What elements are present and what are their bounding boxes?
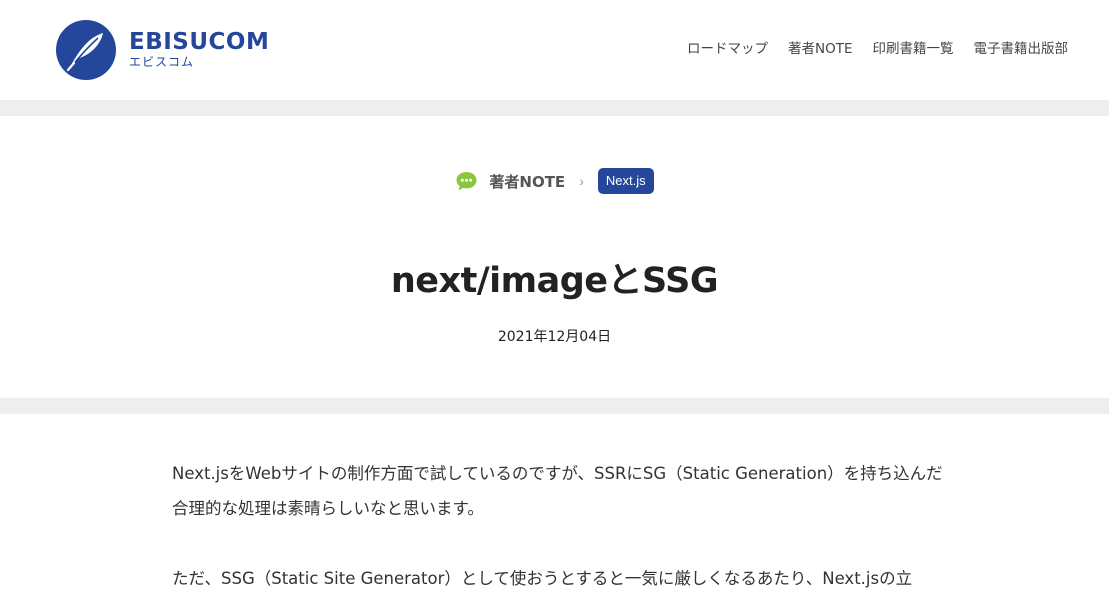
breadcrumb-separator: › [579, 173, 584, 189]
article-date: 2021年12月04日 [497, 329, 612, 345]
speech-bubble-icon [455, 170, 478, 193]
quill-logo-icon [56, 20, 116, 80]
logo-text: EBISUCOM エビスコム [129, 30, 269, 70]
article-paragraph: Next.jsをWebサイトの制作方面で試しているのですが、SSRにSG（Sta… [172, 464, 943, 518]
divider-band [0, 100, 1109, 116]
divider-band [0, 398, 1109, 414]
logo-subtitle: エビスコム [129, 55, 195, 69]
nav-ebook-publishing[interactable]: 電子書籍出版部 [974, 39, 1069, 59]
nav-roadmap[interactable]: ロードマップ [687, 39, 768, 59]
logo-name: EBISUCOM [129, 29, 270, 55]
article-paragraph: ただ、SSG（Static Site Generator）として使おうとすると一… [172, 569, 913, 588]
article-header: 著者NOTE › Next.js next/imageとSSG 2021年12月… [0, 116, 1109, 398]
nav-printed-books[interactable]: 印刷書籍一覧 [873, 39, 954, 59]
nav-author-note[interactable]: 著者NOTE [788, 39, 853, 59]
global-nav: ロードマップ 著者NOTE 印刷書籍一覧 電子書籍出版部 [687, 39, 1068, 59]
article-title: next/imageとSSG [390, 261, 719, 301]
site-header: EBISUCOM エビスコム ロードマップ 著者NOTE 印刷書籍一覧 電子書籍… [0, 0, 1109, 100]
article-body: Next.jsをWebサイトの制作方面で試しているのですが、SSRにSG（Sta… [0, 414, 960, 596]
breadcrumb-category[interactable]: 著者NOTE [489, 171, 565, 192]
tag-badge[interactable]: Next.js [597, 168, 654, 194]
site-logo[interactable]: EBISUCOM エビスコム [56, 20, 269, 80]
breadcrumb: 著者NOTE › Next.js [0, 168, 1109, 194]
